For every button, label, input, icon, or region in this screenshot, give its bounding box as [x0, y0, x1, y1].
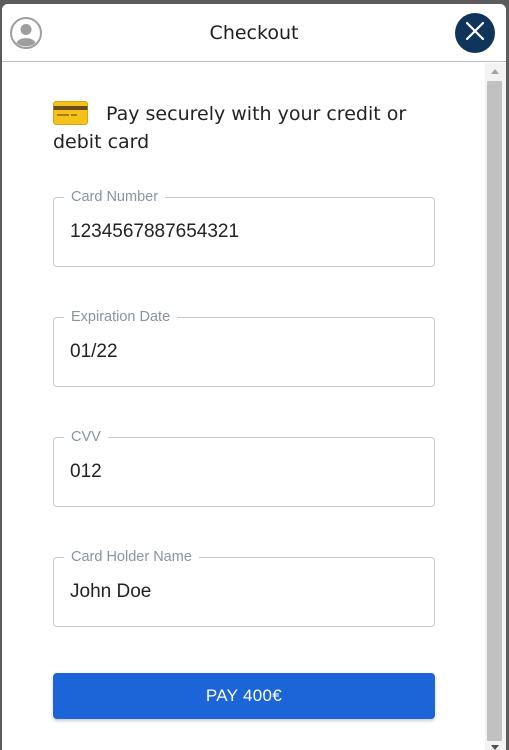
scroll-up-arrow-icon[interactable] [491, 69, 499, 74]
cvv-field[interactable]: CVV [53, 429, 435, 507]
pay-button[interactable]: PAY 400€ [53, 673, 435, 719]
expiration-date-field[interactable]: Expiration Date [53, 309, 435, 387]
checkout-header: Checkout [2, 4, 506, 62]
card-number-label: Card Number [64, 189, 166, 205]
close-icon [465, 21, 485, 46]
intro-message: Pay securely with your credit or debit c… [53, 100, 413, 156]
card-holder-name-input[interactable] [70, 578, 410, 606]
cvv-input[interactable] [70, 458, 410, 486]
credit-card-icon [53, 101, 88, 125]
vertical-scrollbar[interactable] [485, 63, 506, 750]
expiration-date-label: Expiration Date [64, 309, 178, 325]
scroll-down-arrow-icon[interactable] [491, 745, 499, 750]
close-button[interactable] [455, 13, 495, 53]
cvv-label: CVV [64, 429, 108, 445]
card-number-input[interactable] [70, 218, 410, 246]
checkout-form: Pay securely with your credit or debit c… [2, 63, 485, 750]
page-title: Checkout [209, 22, 299, 44]
expiration-date-input[interactable] [70, 338, 410, 366]
intro-text: Pay securely with your credit or debit c… [53, 103, 407, 153]
card-holder-name-label: Card Holder Name [64, 549, 199, 565]
checkout-window: Checkout Pay securely with your credit o… [2, 4, 506, 750]
card-holder-name-field[interactable]: Card Holder Name [53, 549, 435, 627]
card-number-field[interactable]: Card Number [53, 189, 435, 267]
scrollbar-thumb[interactable] [487, 81, 502, 741]
